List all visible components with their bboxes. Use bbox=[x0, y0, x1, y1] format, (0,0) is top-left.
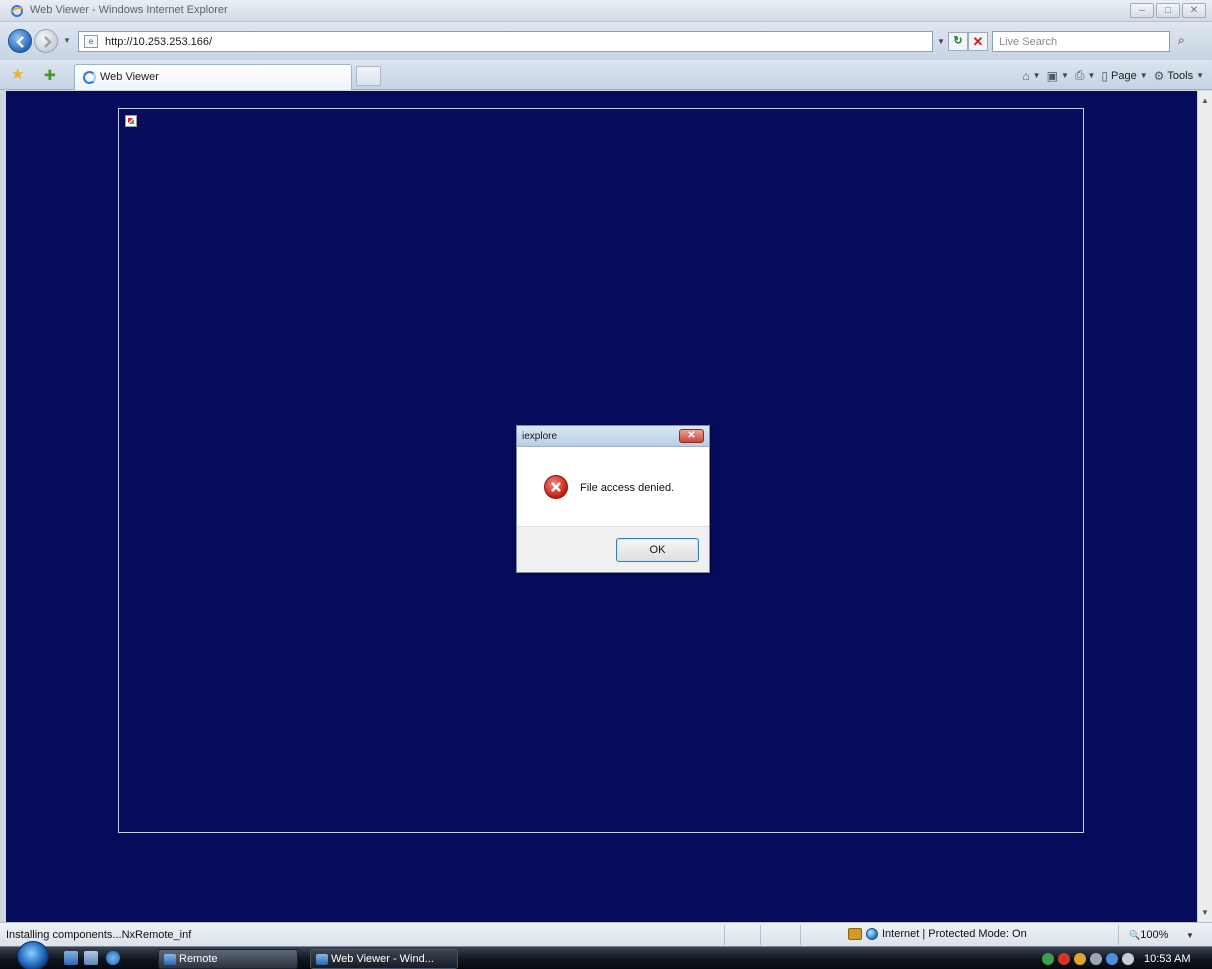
new-tab-button[interactable] bbox=[356, 66, 381, 86]
tab-label: Web Viewer bbox=[100, 71, 159, 83]
tray-icon-generic[interactable] bbox=[1090, 952, 1102, 965]
search-icon[interactable]: ⌕ bbox=[1178, 33, 1185, 48]
status-divider bbox=[724, 925, 725, 945]
search-input[interactable] bbox=[993, 32, 1169, 51]
security-shield-icon bbox=[848, 928, 862, 940]
zone-label: Internet | Protected Mode: On bbox=[882, 928, 1027, 940]
ie-app-icon bbox=[316, 954, 328, 965]
clock[interactable]: 10:53 AM bbox=[1144, 953, 1190, 965]
error-dialog: iexplore ✕ File access denied. OK bbox=[516, 425, 710, 573]
window-controls: – □ ✕ bbox=[1130, 3, 1206, 18]
show-desktop-icon[interactable] bbox=[64, 951, 78, 965]
chevron-down-icon: ▼ bbox=[1196, 71, 1204, 80]
minimize-button[interactable]: – bbox=[1130, 3, 1154, 18]
add-favorite-icon[interactable]: ✚ bbox=[44, 68, 56, 82]
address-field[interactable]: e http://10.253.253.166/ bbox=[78, 31, 933, 52]
feeds-icon: ▣ bbox=[1046, 68, 1058, 83]
address-dropdown-icon[interactable]: ▼ bbox=[937, 37, 945, 46]
chevron-down-icon: ▼ bbox=[1087, 71, 1096, 80]
volume-icon[interactable] bbox=[1122, 952, 1134, 965]
back-arrow-icon bbox=[16, 36, 24, 48]
system-tray: 10:53 AM bbox=[1036, 948, 1212, 969]
dialog-footer: OK bbox=[517, 526, 709, 572]
switch-windows-icon[interactable] bbox=[84, 951, 98, 965]
dialog-title-bar[interactable]: iexplore ✕ bbox=[517, 426, 709, 447]
loading-icon bbox=[83, 71, 96, 84]
page-menu-label: Page bbox=[1111, 69, 1137, 82]
recent-pages-dropdown-icon[interactable]: ▼ bbox=[63, 36, 71, 45]
page-icon: e bbox=[84, 35, 98, 48]
chevron-down-icon: ▼ bbox=[1139, 71, 1148, 80]
stop-button[interactable]: ✕ bbox=[968, 32, 988, 51]
network-icon[interactable] bbox=[1106, 952, 1118, 965]
zoom-value: 100% bbox=[1140, 929, 1169, 941]
address-url[interactable]: http://10.253.253.166/ bbox=[105, 36, 212, 48]
maximize-button[interactable]: □ bbox=[1156, 3, 1180, 18]
status-text: Installing components...NxRemote_inf bbox=[6, 929, 192, 941]
home-icon: ⌂ bbox=[1022, 68, 1030, 83]
back-button[interactable] bbox=[8, 29, 32, 53]
taskbar-button-label: Remote bbox=[179, 953, 218, 965]
ie-quicklaunch-icon[interactable] bbox=[106, 951, 120, 965]
status-divider bbox=[800, 925, 801, 945]
refresh-button[interactable]: ↻ bbox=[948, 32, 968, 51]
security-zone[interactable]: Internet | Protected Mode: On bbox=[848, 928, 1027, 940]
page-menu[interactable]: ▯ Page ▼ bbox=[1101, 69, 1147, 83]
status-bar: Installing components...NxRemote_inf Int… bbox=[0, 922, 1212, 946]
start-button[interactable] bbox=[17, 941, 49, 969]
print-button[interactable]: ⎙ ▼ bbox=[1075, 68, 1096, 83]
close-window-button[interactable]: ✕ bbox=[1182, 3, 1206, 18]
tab-web-viewer[interactable]: Web Viewer bbox=[74, 64, 352, 90]
status-divider bbox=[760, 925, 761, 945]
feeds-button[interactable]: ▣ ▼ bbox=[1047, 69, 1069, 83]
printer-icon: ⎙ bbox=[1074, 68, 1085, 82]
internet-globe-icon bbox=[866, 928, 878, 940]
taskbar-button-web-viewer[interactable]: Web Viewer - Wind... bbox=[310, 949, 458, 969]
command-bar: ⌂ ▼ ▣ ▼ ⎙ ▼ ▯ Page ▼ ⚙ Tools ▼ bbox=[1022, 68, 1204, 83]
dialog-title: iexplore bbox=[522, 431, 558, 442]
x-mark-icon bbox=[551, 482, 561, 492]
chevron-down-icon: ▼ bbox=[1032, 71, 1041, 80]
tab-row: ★ ✚ Web Viewer ⌂ ▼ ▣ ▼ ⎙ ▼ ▯ Page ▼ ⚙ To… bbox=[0, 60, 1212, 90]
vertical-scrollbar[interactable]: ▲ ▼ bbox=[1197, 91, 1212, 922]
gear-icon: ⚙ bbox=[1153, 68, 1165, 83]
title-bar: Web Viewer - Windows Internet Explorer –… bbox=[0, 0, 1212, 22]
tray-icon-green[interactable] bbox=[1042, 952, 1054, 965]
error-icon bbox=[544, 475, 568, 499]
zoom-dropdown-icon[interactable]: ▼ bbox=[1186, 931, 1194, 940]
broken-image-icon bbox=[125, 115, 137, 127]
zoom-icon: 🔍 bbox=[1129, 930, 1141, 940]
taskbar-button-remote[interactable]: Remote bbox=[158, 949, 298, 969]
forward-button[interactable] bbox=[34, 29, 58, 53]
address-row: ▼ e http://10.253.253.166/ ▼ ↻ ✕ ⌕ bbox=[0, 22, 1212, 60]
search-box[interactable] bbox=[992, 31, 1170, 52]
ok-button[interactable]: OK bbox=[616, 538, 699, 562]
favorites-star-icon[interactable]: ★ bbox=[11, 67, 24, 82]
tools-menu-label: Tools bbox=[1167, 69, 1194, 82]
taskbar-button-label: Web Viewer - Wind... bbox=[331, 953, 434, 965]
status-divider bbox=[1118, 925, 1119, 945]
remote-app-icon bbox=[164, 954, 176, 965]
dialog-body: File access denied. bbox=[517, 448, 709, 526]
dialog-close-button[interactable]: ✕ bbox=[679, 429, 704, 443]
chevron-down-icon: ▼ bbox=[1060, 71, 1069, 80]
tray-icon-red[interactable] bbox=[1058, 952, 1070, 965]
home-button[interactable]: ⌂ ▼ bbox=[1022, 69, 1040, 83]
page-icon: ▯ bbox=[1101, 68, 1108, 83]
scroll-up-icon[interactable]: ▲ bbox=[1201, 96, 1209, 105]
tools-menu[interactable]: ⚙ Tools ▼ bbox=[1154, 69, 1204, 83]
scroll-down-icon[interactable]: ▼ bbox=[1201, 908, 1209, 917]
window-title: Web Viewer - Windows Internet Explorer bbox=[30, 4, 228, 16]
zoom-level[interactable]: 🔍100% bbox=[1129, 929, 1168, 941]
taskbar: Remote Web Viewer - Wind... 10:53 AM bbox=[0, 941, 1212, 969]
dialog-message: File access denied. bbox=[580, 482, 675, 494]
tray-icon-shield[interactable] bbox=[1074, 952, 1086, 965]
forward-arrow-icon bbox=[44, 36, 52, 48]
ie-logo-icon bbox=[10, 5, 24, 17]
